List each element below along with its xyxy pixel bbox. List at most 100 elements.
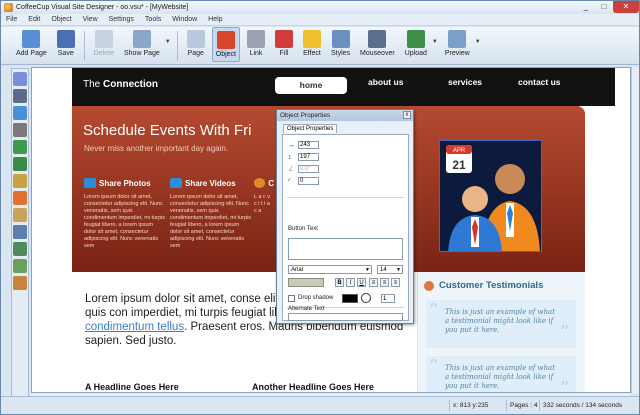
italic-button[interactable]: I <box>346 278 355 287</box>
effect-icon <box>302 30 321 48</box>
toolbar-separator <box>176 31 178 61</box>
corner-field[interactable]: 0 <box>298 177 319 185</box>
save-button[interactable]: Save <box>54 27 78 62</box>
menu-view[interactable]: View <box>83 16 98 23</box>
paragraph-link[interactable]: condimentum tellus <box>85 321 184 333</box>
nav-services[interactable]: services <box>448 77 482 87</box>
upload-time: 332 seconds / 134 seconds <box>539 400 622 411</box>
quote-open-icon: “ <box>429 300 439 321</box>
font-size-select[interactable]: 14 ▼ <box>377 265 403 274</box>
embed-tool-icon[interactable] <box>13 225 27 239</box>
height-field[interactable]: 197 <box>298 153 319 161</box>
minimize-button[interactable]: _ <box>577 1 595 13</box>
mouseover-button[interactable]: Mouseover <box>357 27 398 62</box>
underline-button[interactable]: U <box>357 278 366 287</box>
video-tool-icon[interactable] <box>13 276 27 290</box>
calendar-day: 21 <box>452 158 466 172</box>
text-tool-icon[interactable] <box>13 89 27 103</box>
menu-object[interactable]: Object <box>51 16 71 23</box>
preview-button[interactable]: Preview <box>442 27 473 62</box>
bold-button[interactable]: B <box>335 278 344 287</box>
alternate-text-field[interactable] <box>288 313 403 321</box>
toolbar-label: Styles <box>330 50 351 57</box>
brush-tool-icon[interactable] <box>13 174 27 188</box>
hero-title: Schedule Events With Fri <box>83 122 252 139</box>
alternate-text-label: Alternate Text <box>288 306 325 312</box>
object-properties-dialog[interactable]: Object Properties x Object Properties ↔ … <box>276 109 414 324</box>
toolbar-label: Link <box>249 50 263 57</box>
feature-text: L a c v c i t l a c a <box>254 194 270 214</box>
widget-tool-icon[interactable] <box>13 259 27 273</box>
menu-help[interactable]: Help <box>208 16 222 23</box>
testimonial-text: This is just an example of what a testim… <box>445 308 556 334</box>
button-text-label: Button Text <box>288 226 318 232</box>
table-tool-icon[interactable] <box>13 242 27 256</box>
coffeecup-app-icon <box>4 3 13 12</box>
feature-heading: C <box>254 178 274 188</box>
menu-tools[interactable]: Tools <box>145 16 161 23</box>
close-button[interactable]: ✕ <box>613 1 639 13</box>
height-row: ↕ 197 <box>288 153 319 161</box>
link-button[interactable]: Link <box>244 27 268 62</box>
delete-button[interactable]: Delete <box>91 27 117 62</box>
toolbar-label: Upload <box>404 50 427 57</box>
add-page-icon <box>22 30 41 48</box>
align-left-button[interactable]: ≡ <box>369 278 378 287</box>
dialog-close-button[interactable]: x <box>403 111 411 119</box>
properties-panel: ↔ 243 ↕ 197 ∠ 0.0° ◜ 0 Button Text Arial… <box>282 134 409 321</box>
menu-file[interactable]: File <box>6 16 17 23</box>
maximize-button[interactable]: □ <box>595 1 613 13</box>
chevron-down-icon[interactable]: ▼ <box>475 39 481 45</box>
menu-edit[interactable]: Edit <box>28 16 40 23</box>
button-text-field[interactable] <box>288 238 403 260</box>
hero-image[interactable]: APR 21 <box>439 140 542 252</box>
align-right-button[interactable]: ≡ <box>391 278 400 287</box>
vertical-scrollbar[interactable] <box>631 67 639 393</box>
angle-field[interactable]: 0.0° <box>298 165 319 173</box>
page-button[interactable]: Page <box>184 27 208 62</box>
flash-tool-icon[interactable] <box>13 191 27 205</box>
line-tool-icon[interactable] <box>13 157 27 171</box>
add-page-button[interactable]: Add Page <box>13 27 50 62</box>
text-color-swatch[interactable] <box>288 278 324 287</box>
font-size-value: 14 <box>380 267 387 273</box>
object-icon <box>216 31 235 49</box>
nav-about-us[interactable]: about us <box>368 77 403 87</box>
fill-button[interactable]: Fill <box>272 27 296 62</box>
image-tool-icon[interactable] <box>13 140 27 154</box>
width-field[interactable]: 243 <box>298 141 319 149</box>
feature-text: Lorem ipsum dolor sit amet, consectetur … <box>170 194 252 249</box>
align-center-button[interactable]: ≡ <box>380 278 389 287</box>
chevron-down-icon: ▼ <box>365 267 370 273</box>
styles-button[interactable]: Styles <box>328 27 353 62</box>
brand-name: Connection <box>103 79 159 90</box>
font-select[interactable]: Arial ▼ <box>288 265 372 274</box>
feature-heading: Share Photos <box>84 178 166 188</box>
menu-settings[interactable]: Settings <box>109 16 134 23</box>
select-arrow-icon[interactable] <box>13 72 27 86</box>
chevron-down-icon[interactable]: ▼ <box>432 39 438 45</box>
nav-contact-us[interactable]: contact us <box>518 77 561 87</box>
cursor-coordinates: x: 813 y:235 <box>449 400 488 411</box>
tab-object-properties[interactable]: Object Properties <box>283 124 338 133</box>
form-tool-icon[interactable] <box>13 208 27 222</box>
effect-button[interactable]: Effect <box>300 27 324 62</box>
upload-button[interactable]: Upload <box>402 27 430 62</box>
show-page-button[interactable]: Show Page <box>121 27 163 62</box>
shapes-tool-icon[interactable] <box>13 106 27 120</box>
drop-shadow-checkbox[interactable] <box>288 295 295 302</box>
chevron-down-icon[interactable]: ▼ <box>165 39 171 45</box>
shadow-amount-field[interactable]: 1 <box>381 294 395 303</box>
shadow-angle-dial[interactable] <box>361 293 371 303</box>
delete-icon <box>94 30 113 48</box>
window-controls: _ □ ✕ <box>577 1 639 14</box>
chevron-down-icon: ▼ <box>396 267 401 273</box>
shadow-color-swatch[interactable] <box>342 294 358 303</box>
menu-window[interactable]: Window <box>172 16 197 23</box>
nav-home[interactable]: home <box>275 77 347 94</box>
show-page-icon <box>132 30 151 48</box>
feature-title: Share Photos <box>99 178 151 188</box>
dialog-title-bar[interactable]: Object Properties x <box>277 110 413 121</box>
object-button[interactable]: Object <box>211 27 240 62</box>
pencil-tool-icon[interactable] <box>13 123 27 137</box>
